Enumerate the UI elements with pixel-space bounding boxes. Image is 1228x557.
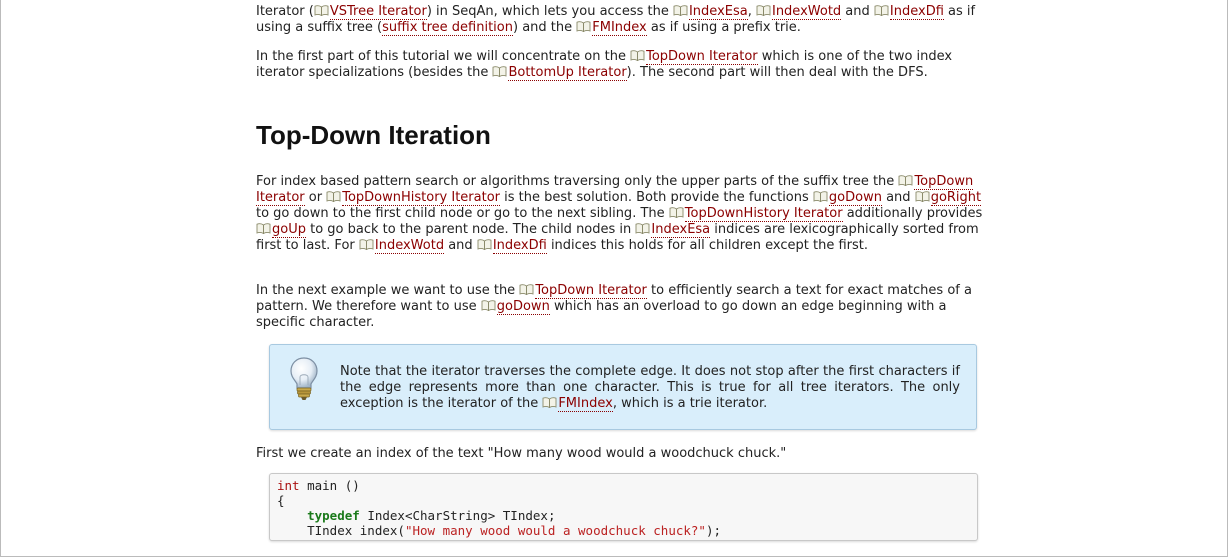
link-fmindex[interactable]: FMIndex xyxy=(592,20,647,36)
book-icon xyxy=(576,21,591,32)
link-indexesa[interactable]: IndexEsa xyxy=(688,4,748,20)
link-godown[interactable]: goDown xyxy=(496,299,550,315)
link-suffix-tree-definition[interactable]: suffix tree definition xyxy=(382,20,513,36)
link-vstree-iterator[interactable]: VSTree Iterator xyxy=(329,4,427,20)
link-goup[interactable]: goUp xyxy=(272,222,306,238)
topdown-description-paragraph: For index based pattern search or algori… xyxy=(256,174,983,254)
page-frame: Iterator (VSTree Iterator) in SeqAn, whi… xyxy=(0,0,1228,557)
book-icon xyxy=(481,300,496,311)
book-icon xyxy=(314,5,329,16)
link-topdownhistory-iterator[interactable]: TopDownHistory Iterator xyxy=(684,206,843,222)
link-indexdfi[interactable]: IndexDfi xyxy=(492,238,547,254)
book-icon xyxy=(813,191,828,202)
link-topdown-iterator[interactable]: TopDown Iterator xyxy=(535,283,647,299)
create-index-paragraph: First we create an index of the text "Ho… xyxy=(256,446,787,461)
book-icon xyxy=(492,66,507,77)
link-indexwotd[interactable]: IndexWotd xyxy=(771,4,842,20)
book-icon xyxy=(915,191,930,202)
code-line: int main () xyxy=(277,478,360,493)
book-icon xyxy=(326,191,341,202)
tutorial-overview-paragraph: In the first part of this tutorial we wi… xyxy=(256,49,953,81)
link-indexesa[interactable]: IndexEsa xyxy=(651,222,711,238)
book-icon xyxy=(756,5,771,16)
book-icon xyxy=(673,5,688,16)
book-icon xyxy=(477,239,492,250)
intro-paragraph: Iterator (VSTree Iterator) in SeqAn, whi… xyxy=(256,4,976,36)
book-icon xyxy=(874,5,889,16)
book-icon xyxy=(542,397,557,408)
code-line: { xyxy=(277,493,285,508)
book-icon xyxy=(898,175,913,186)
note-box: Note that the iterator traverses the com… xyxy=(269,344,977,430)
code-line: typedef Index<CharString> TIndex; xyxy=(307,508,556,523)
book-icon xyxy=(519,284,534,295)
link-topdown-iterator[interactable]: TopDown Iterator xyxy=(646,49,758,65)
link-fmindex[interactable]: FMIndex xyxy=(558,396,613,412)
book-icon xyxy=(359,239,374,250)
book-icon xyxy=(669,207,684,218)
book-icon xyxy=(635,223,650,234)
code-line: TIndex index("How many wood would a wood… xyxy=(277,523,722,538)
code-block: int main () { typedef Index<CharString> … xyxy=(269,473,978,541)
section-heading: Top-Down Iteration xyxy=(256,120,491,150)
book-icon xyxy=(256,223,271,234)
link-indexwotd[interactable]: IndexWotd xyxy=(374,238,445,254)
link-indexdfi[interactable]: IndexDfi xyxy=(889,4,944,20)
lightbulb-icon xyxy=(290,357,318,400)
link-godown[interactable]: goDown xyxy=(828,190,882,206)
link-topdownhistory-iterator[interactable]: TopDownHistory Iterator xyxy=(342,190,501,206)
example-intro-paragraph: In the next example we want to use the T… xyxy=(256,283,972,330)
note-text: Note that the iterator traverses the com… xyxy=(340,364,960,412)
link-goright[interactable]: goRight xyxy=(930,190,982,206)
link-bottomup-iterator[interactable]: BottomUp Iterator xyxy=(508,65,627,81)
book-icon xyxy=(630,50,645,61)
